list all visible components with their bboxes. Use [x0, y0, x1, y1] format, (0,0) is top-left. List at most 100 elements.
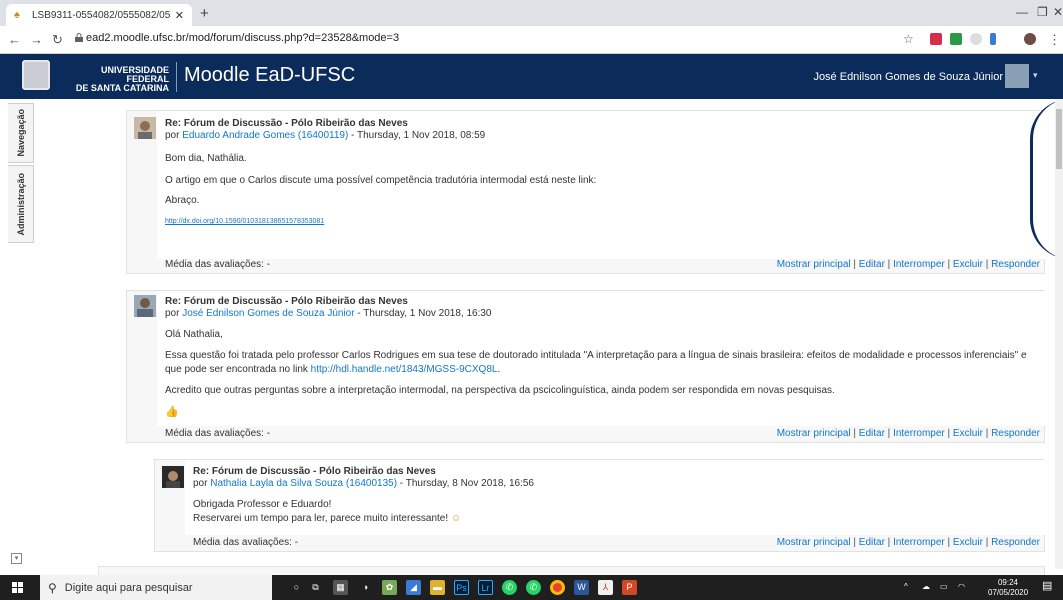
- extension-grey-icon[interactable]: [970, 33, 982, 45]
- user-avatar[interactable]: [1005, 64, 1029, 88]
- delete-link[interactable]: Excluir: [953, 428, 983, 439]
- edit-link[interactable]: Editar: [859, 428, 885, 439]
- rating-average: Média das avaliações: -: [165, 259, 271, 270]
- split-link[interactable]: Interromper: [893, 428, 945, 439]
- browser-menu-icon[interactable]: ⋮: [1048, 32, 1061, 48]
- post-text: Essa questão foi tratada pelo professor …: [165, 350, 1027, 361]
- photoshop-icon[interactable]: Ps: [454, 580, 469, 595]
- author-link[interactable]: José Ednilson Gomes de Souza Júnior: [182, 308, 354, 319]
- close-tab-icon[interactable]: ✕: [175, 9, 184, 22]
- close-window-icon[interactable]: ✕: [1053, 5, 1063, 19]
- app-icon-3[interactable]: ◢: [406, 580, 421, 595]
- tab-title: LSB9311-0554082/0555082/0550: [32, 9, 171, 21]
- profile-avatar-icon[interactable]: [1024, 33, 1036, 45]
- bookmark-star-icon[interactable]: ☆: [903, 32, 914, 46]
- show-parent-link[interactable]: Mostrar principal: [777, 537, 851, 548]
- post-author-line: por José Ednilson Gomes de Souza Júnior …: [165, 308, 492, 319]
- reply-link[interactable]: Responder: [991, 259, 1040, 270]
- app-icon-2[interactable]: ✿: [382, 580, 397, 595]
- post-text: Reservarei um tempo para ler, parece mui…: [193, 513, 462, 524]
- show-parent-link[interactable]: Mostrar principal: [777, 428, 851, 439]
- reply-link[interactable]: Responder: [991, 537, 1040, 548]
- post-text: O artigo em que o Carlos discute uma pos…: [165, 175, 597, 186]
- file-explorer-icon[interactable]: ▬: [430, 580, 445, 595]
- forum-post: Re: Fórum de Discussão - Pólo Ribeirão d…: [126, 110, 1045, 274]
- post-text: Bom dia, Nathália.: [165, 153, 247, 164]
- split-link[interactable]: Interromper: [893, 259, 945, 270]
- scrollbar-thumb[interactable]: [1056, 109, 1062, 169]
- show-parent-link[interactable]: Mostrar principal: [777, 259, 851, 270]
- post-commands: Mostrar principal | Editar | Interromper…: [776, 537, 1040, 548]
- site-name[interactable]: Moodle EaD-UFSC: [184, 64, 355, 87]
- forward-icon[interactable]: →: [30, 32, 43, 47]
- address-bar: ← → ↻ ead2.moodle.ufsc.br/mod/forum/disc…: [0, 26, 1063, 54]
- wifi-icon[interactable]: ◠: [958, 582, 965, 592]
- post-link-line: http://dx.doi.org/10.1590/01031813865157…: [165, 214, 324, 229]
- reload-icon[interactable]: ↻: [52, 32, 63, 48]
- edit-link[interactable]: Editar: [859, 537, 885, 548]
- handle-link[interactable]: http://hdl.handle.net/1843/MGSS-9CXQ8L: [311, 364, 498, 375]
- post-subject: Re: Fórum de Discussão - Pólo Ribeirão d…: [165, 296, 408, 307]
- author-avatar[interactable]: [134, 117, 156, 139]
- forum-post: Re: Fórum de Discussão - Pólo Ribeirão d…: [154, 459, 1045, 552]
- delete-link[interactable]: Excluir: [953, 537, 983, 548]
- dock-tab-navigation[interactable]: Navegação: [8, 103, 34, 163]
- extension-red-icon[interactable]: [930, 33, 942, 45]
- new-tab-icon[interactable]: +: [200, 5, 209, 22]
- rating-average: Média das avaliações: -: [165, 428, 271, 439]
- task-view-icon[interactable]: ⧉: [308, 580, 323, 595]
- minimize-icon[interactable]: —: [1016, 5, 1028, 19]
- cortana-icon[interactable]: ○: [289, 580, 304, 595]
- whatsapp-icon[interactable]: ✆: [502, 580, 517, 595]
- author-link[interactable]: Nathalia Layla da Silva Souza (16400135): [210, 478, 397, 489]
- post-author-line: por Nathalia Layla da Silva Souza (16400…: [193, 478, 534, 489]
- taskbar-search[interactable]: ⚲ Digite aqui para pesquisar: [40, 575, 272, 600]
- moodle-header: UNIVERSIDADE FEDERAL DE SANTA CATARINA M…: [0, 54, 1063, 99]
- windows-start-icon[interactable]: [12, 582, 23, 593]
- author-link[interactable]: Eduardo Andrade Gomes (16400119): [182, 130, 348, 141]
- clock[interactable]: 09:24 07/05/2020: [988, 578, 1028, 598]
- dock-toggle-icon[interactable]: ▾: [11, 553, 22, 564]
- thumbs-up-icon: 👍: [165, 406, 179, 418]
- extension-pen-icon[interactable]: [990, 33, 996, 45]
- calculator-icon[interactable]: ▦: [333, 580, 348, 595]
- search-icon: ⚲: [48, 580, 57, 595]
- post-text-with-link: que pode ser encontrada no link http://h…: [165, 364, 501, 375]
- reply-link[interactable]: Responder: [991, 428, 1040, 439]
- restore-icon[interactable]: ❐: [1037, 5, 1048, 19]
- post-commands: Mostrar principal | Editar | Interromper…: [776, 428, 1040, 439]
- tray-chevron-icon[interactable]: ^: [904, 582, 908, 592]
- onedrive-icon[interactable]: ☁: [922, 582, 930, 592]
- dock-tab-administration[interactable]: Administração: [8, 165, 34, 243]
- powerpoint-icon[interactable]: P: [622, 580, 637, 595]
- url-field[interactable]: ead2.moodle.ufsc.br/mod/forum/discuss.ph…: [86, 32, 399, 44]
- author-avatar[interactable]: [162, 466, 184, 488]
- battery-icon[interactable]: ▭: [940, 582, 948, 592]
- chrome-icon[interactable]: [550, 580, 565, 595]
- university-name: UNIVERSIDADE FEDERAL DE SANTA CATARINA: [75, 65, 169, 93]
- post-subject: Re: Fórum de Discussão - Pólo Ribeirão d…: [165, 118, 408, 129]
- whatsapp-2-icon[interactable]: ✆: [526, 580, 541, 595]
- next-post-edge: [98, 566, 1045, 575]
- app-icon-1[interactable]: ◑: [358, 580, 373, 595]
- post-text: Olá Nathalia,: [165, 329, 223, 340]
- edit-link[interactable]: Editar: [859, 259, 885, 270]
- word-icon[interactable]: W: [574, 580, 589, 595]
- delete-link[interactable]: Excluir: [953, 259, 983, 270]
- split-link[interactable]: Interromper: [893, 537, 945, 548]
- browser-tab[interactable]: ♠ LSB9311-0554082/0555082/0550 ✕: [6, 4, 192, 26]
- post-text: Acredito que outras perguntas sobre a in…: [165, 385, 835, 396]
- page-scrollbar[interactable]: [1055, 99, 1063, 569]
- lightroom-icon[interactable]: Lr: [478, 580, 493, 595]
- acrobat-icon[interactable]: ⅄: [598, 580, 613, 595]
- extension-check-icon[interactable]: [950, 33, 962, 45]
- back-icon[interactable]: ←: [8, 32, 21, 47]
- author-avatar[interactable]: [134, 295, 156, 317]
- user-menu-chevron-icon[interactable]: ▾: [1033, 70, 1038, 81]
- browser-tab-bar: ♠ LSB9311-0554082/0555082/0550 ✕ + — ❐ ✕: [0, 0, 1063, 26]
- doi-link[interactable]: http://dx.doi.org/10.1590/01031813865157…: [165, 218, 324, 225]
- notifications-icon[interactable]: ▤: [1042, 581, 1052, 592]
- post-text: Obrigada Professor e Eduardo!: [193, 499, 332, 510]
- ufsc-logo[interactable]: [22, 60, 50, 90]
- user-name[interactable]: José Ednilson Gomes de Souza Júnior: [813, 71, 1003, 83]
